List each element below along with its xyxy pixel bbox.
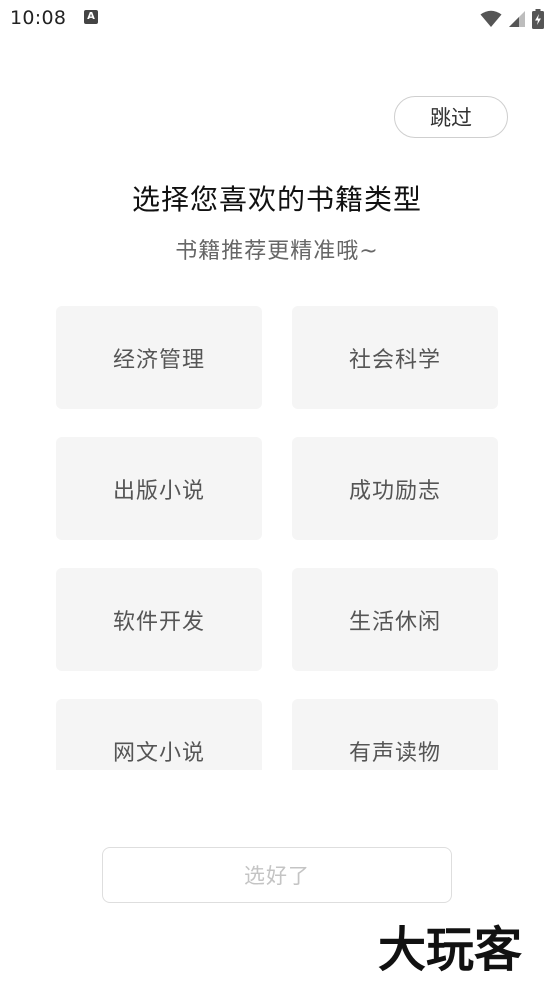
- battery-charging-icon: [532, 9, 544, 29]
- category-tile-audiobooks[interactable]: 有声读物: [292, 699, 498, 770]
- confirm-selection-button[interactable]: 选好了: [102, 847, 452, 903]
- category-tile-published-fiction[interactable]: 出版小说: [56, 437, 262, 540]
- page-subtitle: 书籍推荐更精准哦~: [175, 239, 379, 264]
- category-tile-social-science[interactable]: 社会科学: [292, 306, 498, 409]
- wifi-icon: [480, 10, 502, 27]
- category-tile-economics-management[interactable]: 经济管理: [56, 306, 262, 409]
- category-tile-software-development[interactable]: 软件开发: [56, 568, 262, 671]
- category-tile-web-fiction[interactable]: 网文小说: [56, 699, 262, 770]
- notification-a-icon: A: [84, 10, 98, 24]
- page-title: 选择您喜欢的书籍类型: [131, 183, 422, 216]
- status-time: 10:08: [10, 7, 67, 29]
- skip-button[interactable]: 跳过: [394, 96, 508, 138]
- status-icons: [480, 8, 544, 30]
- status-bar: 10:08 A: [0, 0, 554, 38]
- watermark-text: 大玩客: [378, 922, 522, 976]
- category-grid: 经济管理 社会科学 出版小说 成功励志 软件开发 生活休闲 网文小说 有声读物: [56, 306, 498, 770]
- category-tile-lifestyle-leisure[interactable]: 生活休闲: [292, 568, 498, 671]
- watermark-logo: 大玩客: [378, 922, 522, 976]
- signal-icon: [509, 11, 525, 27]
- category-list[interactable]: 经济管理 社会科学 出版小说 成功励志 软件开发 生活休闲 网文小说 有声读物: [0, 306, 554, 770]
- category-tile-self-help[interactable]: 成功励志: [292, 437, 498, 540]
